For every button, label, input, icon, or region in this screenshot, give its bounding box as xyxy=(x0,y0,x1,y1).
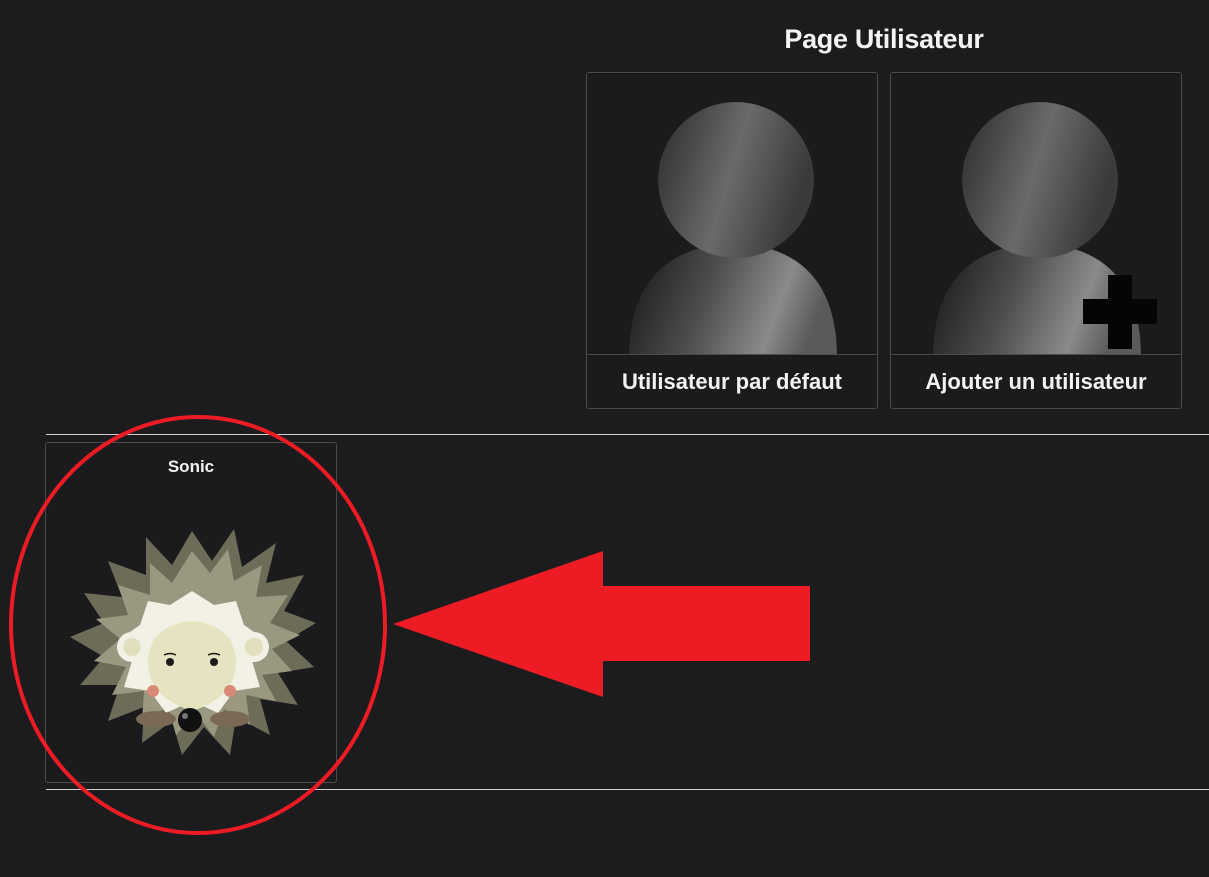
section-divider-bottom xyxy=(46,789,1209,790)
profile-name: Sonic xyxy=(167,457,215,476)
section-divider-top xyxy=(46,434,1209,435)
add-user-label: Ajouter un utilisateur xyxy=(891,354,1181,408)
add-user-avatar xyxy=(891,73,1181,354)
default-user-card[interactable]: Utilisateur par défaut xyxy=(586,72,878,409)
user-silhouette-icon xyxy=(629,102,837,354)
hedgehog-avatar xyxy=(70,529,316,755)
profile-card-sonic[interactable]: Sonic xyxy=(45,442,337,783)
add-user-card[interactable]: Ajouter un utilisateur xyxy=(890,72,1182,409)
arrow-icon xyxy=(393,551,810,697)
page-title: Page Utilisateur xyxy=(784,24,984,54)
default-user-label: Utilisateur par défaut xyxy=(587,354,877,408)
user-add-icon xyxy=(933,102,1157,354)
default-user-avatar xyxy=(587,73,877,354)
user-page: Page Utilisateur Utilisateur par défaut … xyxy=(0,0,1209,877)
